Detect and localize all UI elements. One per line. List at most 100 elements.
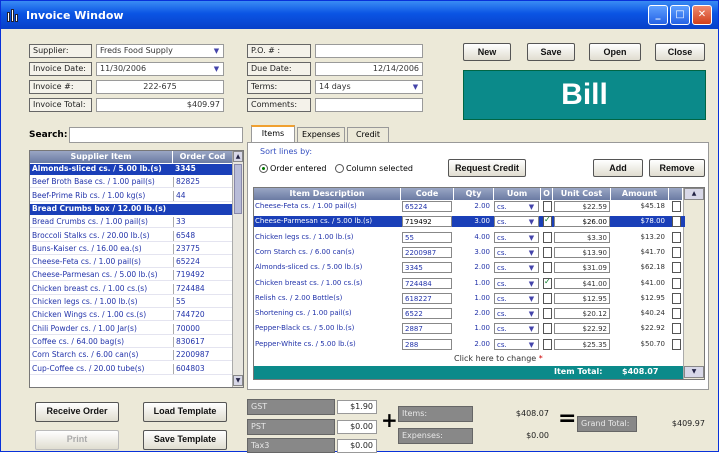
chevron-down-icon[interactable]: ▼	[526, 217, 537, 226]
save-button[interactable]: Save	[527, 43, 575, 61]
item-code[interactable]: 2200987	[402, 246, 452, 258]
supplier-item-row[interactable]: Chicken breast cs. / 1.00 cs.(s) 724484	[30, 283, 232, 295]
col-amount[interactable]: Amount	[611, 188, 669, 200]
open-button[interactable]: Open	[589, 43, 641, 61]
chevron-down-icon[interactable]: ▼	[526, 263, 537, 272]
scroll-down-icon[interactable]: ▼	[684, 366, 704, 378]
supplier-item-row[interactable]: Chicken Wings cs. / 1.00 cs.(s) 744720	[30, 310, 232, 322]
close-icon[interactable]: ✕	[692, 5, 712, 25]
col-o[interactable]: O	[541, 188, 553, 200]
item-row-checkbox[interactable]	[672, 323, 681, 335]
item-unit-cost[interactable]: $25.35	[554, 338, 610, 350]
item-unit-cost[interactable]: $31.09	[554, 262, 610, 274]
item-code[interactable]: 55	[402, 231, 452, 243]
chevron-down-icon[interactable]: ▼	[526, 340, 537, 349]
item-row[interactable]: Almonds-sliced cs. / 5.00 lb.(s) 3345 2.00…	[254, 262, 685, 274]
supplier-items-list[interactable]: Supplier Item Order Cod Almonds-sliced c…	[29, 150, 244, 388]
chevron-down-icon[interactable]: ▼	[526, 248, 537, 257]
close-button[interactable]: Close	[655, 43, 705, 61]
tab-items[interactable]: Items	[251, 125, 295, 142]
item-code[interactable]: 65224	[402, 201, 452, 212]
supplier-item-row[interactable]: Coffee cs. / 64.00 bag(s) 830617	[30, 336, 232, 348]
request-credit-button[interactable]: Request Credit	[448, 159, 526, 177]
search-input[interactable]	[69, 127, 243, 143]
item-row[interactable]: Relish cs. / 2.00 Bottle(s) 618227 1.00 cs.…	[254, 292, 685, 304]
item-uom[interactable]: cs. ▼	[494, 262, 539, 274]
receive-order-button[interactable]: Receive Order	[35, 402, 119, 422]
chevron-down-icon[interactable]: ▼	[526, 324, 537, 333]
item-unit-cost[interactable]: $26.00	[554, 216, 610, 228]
item-row-checkbox[interactable]	[672, 338, 681, 350]
po-field[interactable]	[315, 44, 423, 58]
item-row-checkbox[interactable]	[672, 231, 681, 243]
comments-field[interactable]	[315, 98, 423, 112]
invoice-total-field[interactable]: $409.97	[96, 98, 224, 112]
item-unit-cost[interactable]: $41.00	[554, 277, 610, 289]
item-row-checkbox[interactable]	[672, 201, 681, 212]
supplier-item-row[interactable]: Bread Crumbs box / 12.00 lb.(s)	[30, 203, 232, 215]
item-code[interactable]: 618227	[402, 292, 452, 304]
item-qty[interactable]: 1.00	[455, 293, 492, 304]
col-code[interactable]: Code	[401, 188, 454, 200]
supplier-item-row[interactable]: Broccoli Stalks cs. / 20.00 lb.(s) 6548	[30, 230, 232, 242]
item-code[interactable]: 6522	[402, 308, 452, 320]
order-code-header[interactable]: Order Cod	[173, 151, 233, 163]
item-o-checkbox[interactable]	[543, 338, 552, 350]
radio-order-entered[interactable]	[259, 164, 268, 173]
chevron-down-icon[interactable]: ▼	[211, 64, 222, 74]
item-uom[interactable]: cs. ▼	[494, 277, 539, 289]
invoice-date-field[interactable]: 11/30/2006 ▼	[96, 62, 224, 76]
item-unit-cost[interactable]: $22.92	[554, 323, 610, 335]
col-unit-cost[interactable]: Unit Cost	[553, 188, 611, 200]
item-row[interactable]: Chicken breast cs. / 1.00 cs.(s) 724484 1.…	[254, 277, 685, 289]
scroll-thumb[interactable]	[234, 164, 242, 214]
item-unit-cost[interactable]: $20.12	[554, 308, 610, 320]
item-qty[interactable]: 2.00	[455, 339, 492, 350]
scroll-up-icon[interactable]: ▲	[684, 188, 704, 200]
col-item-description[interactable]: Item Description	[254, 188, 401, 200]
supplier-item-row[interactable]: Corn Starch cs. / 6.00 can(s) 2200987	[30, 350, 232, 362]
item-qty[interactable]: 2.00	[455, 262, 492, 273]
item-code[interactable]: 3345	[402, 262, 452, 274]
item-qty[interactable]: 4.00	[455, 232, 492, 243]
radio-column-selected[interactable]	[335, 164, 344, 173]
supplier-item-row[interactable]: Buns-Kaiser cs. / 16.00 ea.(s) 23775	[30, 243, 232, 255]
item-uom[interactable]: cs. ▼	[494, 246, 539, 258]
item-uom[interactable]: cs. ▼	[494, 216, 539, 228]
item-row[interactable]: Pepper-White cs. / 5.00 lb.(s) 288 2.00 cs.…	[254, 338, 685, 350]
remove-button[interactable]: Remove	[649, 159, 705, 177]
item-uom[interactable]: cs. ▼	[494, 201, 539, 212]
chevron-down-icon[interactable]: ▼	[526, 294, 537, 303]
tab-credit[interactable]: Credit	[347, 127, 389, 142]
supplier-item-row[interactable]: Chili Powder cs. / 1.00 Jar(s) 70000	[30, 323, 232, 335]
scroll-up-icon[interactable]: ▲	[233, 151, 243, 162]
supplier-item-row[interactable]: Bread Crumbs cs. / 1.00 pail(s) 33	[30, 217, 232, 229]
supplier-list-scrollbar[interactable]: ▲ ▼	[232, 151, 243, 387]
maximize-icon[interactable]: □	[670, 5, 690, 25]
minimize-icon[interactable]: _	[648, 5, 668, 25]
chevron-down-icon[interactable]: ▼	[211, 46, 222, 56]
chevron-down-icon[interactable]: ▼	[410, 82, 421, 92]
supplier-item-row[interactable]: Chicken legs cs. / 1.00 lb.(s) 55	[30, 297, 232, 308]
supplier-item-row[interactable]: Cheese-Feta cs. / 1.00 pail(s) 65224	[30, 257, 232, 269]
pst-value[interactable]: $0.00	[337, 420, 377, 434]
load-template-button[interactable]: Load Template	[143, 402, 227, 422]
item-o-checkbox[interactable]	[543, 323, 552, 335]
item-unit-cost[interactable]: $3.30	[554, 231, 610, 243]
item-row-checkbox[interactable]	[672, 277, 681, 289]
item-unit-cost[interactable]: $22.59	[554, 201, 610, 212]
item-o-checkbox[interactable]	[543, 201, 552, 212]
item-row[interactable]: Corn Starch cs. / 6.00 can(s) 2200987 3.00…	[254, 246, 685, 258]
items-scrollbar[interactable]: ▲ ▼	[683, 188, 704, 379]
item-unit-cost[interactable]: $13.90	[554, 246, 610, 258]
chevron-down-icon[interactable]: ▼	[526, 279, 537, 288]
item-row-checkbox[interactable]	[672, 246, 681, 258]
due-date-field[interactable]: 12/14/2006	[315, 62, 423, 76]
item-qty[interactable]: 2.00	[455, 308, 492, 319]
item-uom[interactable]: cs. ▼	[494, 338, 539, 350]
click-to-change-hint[interactable]: Click here to change *	[454, 354, 543, 363]
supplier-item-row[interactable]: Cheese-Parmesan cs. / 5.00 lb.(s) 719492	[30, 270, 232, 282]
col-uom[interactable]: Uom	[494, 188, 541, 200]
item-uom[interactable]: cs. ▼	[494, 292, 539, 304]
item-qty[interactable]: 1.00	[455, 278, 492, 289]
